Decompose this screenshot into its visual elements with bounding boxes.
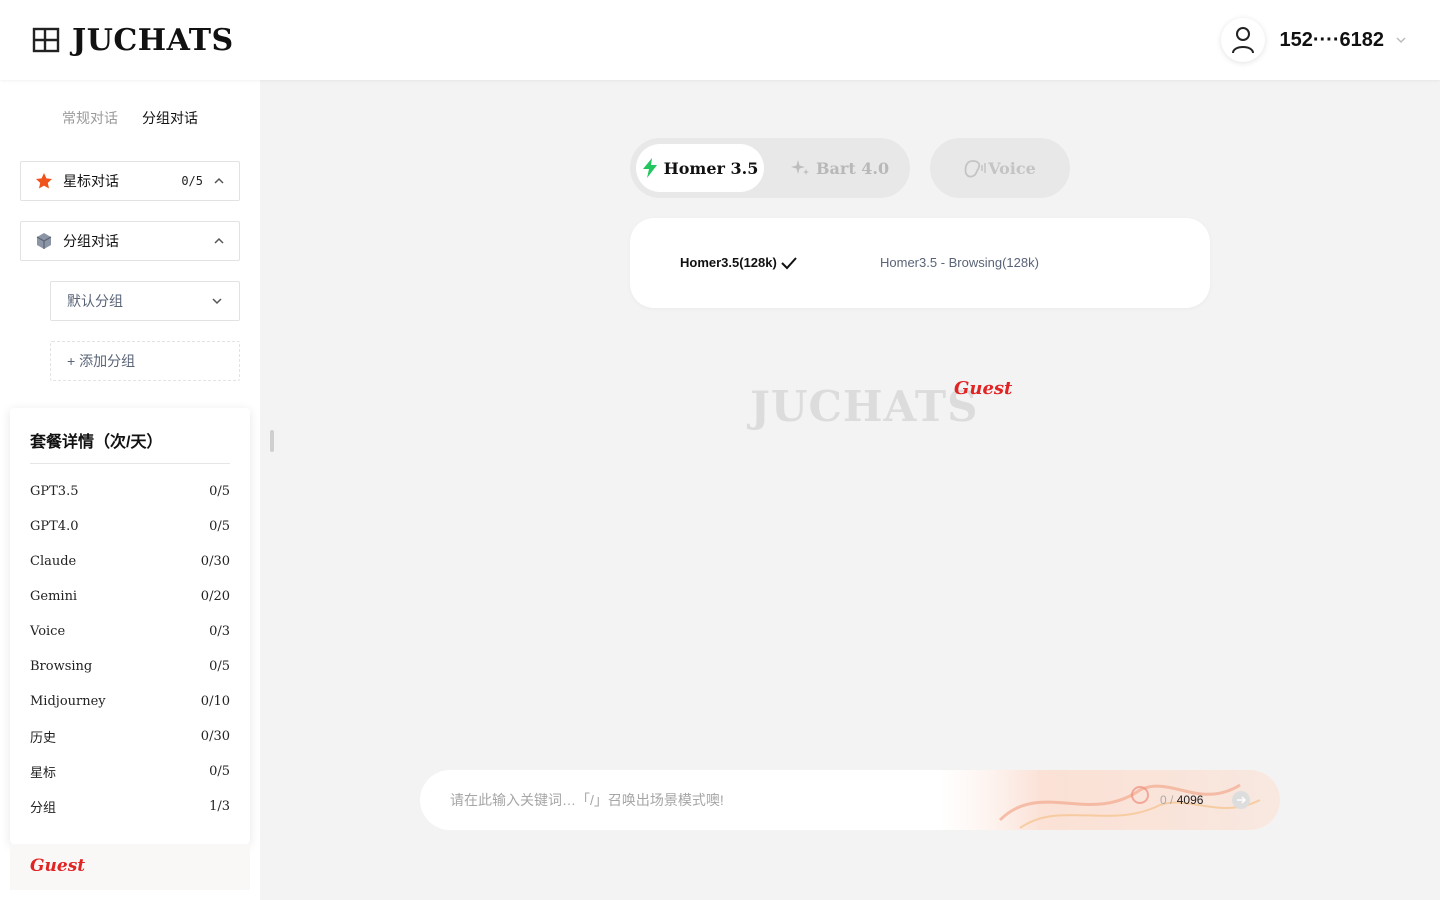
char-counter: 0 / 4096 [1160, 793, 1203, 807]
plan-row-name: 分组 [30, 801, 57, 816]
user-icon [1232, 27, 1255, 54]
plan-row-name: Gemini [30, 589, 78, 604]
brand-logo[interactable]: JUCHATS [32, 22, 234, 58]
plan-row-value: 0/5 [209, 659, 230, 674]
plan-row-value: 0/5 [209, 484, 230, 499]
voice-mode-button[interactable]: Voice [930, 138, 1070, 198]
guest-badge: Guest [30, 856, 86, 876]
plan-row: 分组 1/3 [30, 789, 230, 824]
watermark-brand: JUCHATS [750, 382, 979, 431]
check-icon [781, 256, 797, 269]
box-icon [36, 233, 52, 249]
top-header: JUCHATS 152····6182 [0, 0, 1440, 80]
watermark-guest-badge: Guest [954, 378, 1013, 399]
user-phone[interactable]: 152····6182 [1279, 29, 1384, 52]
group-conversations[interactable]: 分组对话 [20, 221, 240, 261]
plan-row-name: GPT4.0 [30, 519, 79, 534]
chat-input[interactable] [450, 770, 930, 830]
plan-row-name: Claude [30, 554, 77, 569]
plan-details-card: 套餐详情（次/天） GPT3.5 0/5 GPT4.0 0/5 Claude 0/30… [10, 408, 250, 844]
char-count: 0 [1160, 793, 1167, 807]
voice-icon [964, 160, 986, 178]
starred-label: 星标对话 [63, 173, 119, 189]
mode-bart-40[interactable]: Bart 4.0 [790, 144, 889, 192]
chevron-down-icon[interactable] [1394, 33, 1408, 47]
lightning-icon [642, 158, 657, 178]
mode-bart-label: Bart 4.0 [816, 158, 890, 178]
plan-row-name: 历史 [30, 731, 57, 746]
sidebar: 常规对话 分组对话 星标对话 0/5 分组对话 默认分组 + 添加分组 套餐详情… [0, 80, 260, 900]
chevron-up-icon[interactable] [213, 175, 225, 187]
plan-row-value: 0/5 [209, 519, 230, 534]
model-mode-switch: Homer 3.5 Bart 4.0 [630, 138, 910, 198]
model-selector: Homer3.5(128k) Homer3.5 - Browsing(128k) [630, 218, 1210, 308]
tab-grouped[interactable]: 分组对话 [142, 108, 198, 128]
sparkles-icon [791, 160, 809, 175]
plan-rows: GPT3.5 0/5 GPT4.0 0/5 Claude 0/30 Gemini 0/2… [30, 464, 230, 824]
plan-row: Claude 0/30 [30, 544, 230, 579]
starred-count: 0/5 [181, 174, 203, 188]
plan-row-name: GPT3.5 [30, 484, 79, 499]
plan-row-value: 0/30 [200, 729, 230, 744]
plan-row-name: 星标 [30, 766, 57, 781]
plan-row: 星标 0/5 [30, 754, 230, 789]
voice-label: Voice [988, 158, 1036, 178]
layout-icon [32, 27, 60, 53]
plan-row-name: Browsing [30, 659, 93, 674]
model-option-homer35-128k[interactable]: Homer3.5(128k) [680, 255, 797, 270]
plan-row-value: 0/30 [200, 554, 230, 569]
send-button[interactable] [1232, 791, 1250, 809]
user-menu[interactable]: 152····6182 [1221, 18, 1408, 62]
char-separator: / [1170, 793, 1174, 807]
plan-title: 套餐详情（次/天） [30, 408, 230, 464]
conversation-tabs: 常规对话 分组对话 [0, 108, 260, 128]
model-option-label: Homer3.5(128k) [680, 255, 777, 270]
tab-regular[interactable]: 常规对话 [62, 108, 118, 128]
plan-row: 历史 0/30 [30, 719, 230, 754]
mode-homer-35[interactable]: Homer 3.5 [636, 144, 764, 192]
groups-label: 分组对话 [63, 233, 119, 249]
plan-row-name: Voice [30, 624, 66, 639]
plan-row-value: 0/20 [200, 589, 230, 604]
starred-conversations[interactable]: 星标对话 0/5 [20, 161, 240, 201]
plan-row: Voice 0/3 [30, 614, 230, 649]
plan-row: GPT3.5 0/5 [30, 474, 230, 509]
plan-row: Gemini 0/20 [30, 579, 230, 614]
send-icon [1237, 796, 1246, 804]
model-option-label: Homer3.5 - Browsing(128k) [880, 255, 1039, 270]
default-group-label: 默认分组 [67, 293, 123, 309]
decorative-art [940, 770, 1280, 830]
default-group[interactable]: 默认分组 [50, 281, 240, 321]
plan-row-value: 1/3 [209, 799, 230, 814]
sidebar-footer: Guest [10, 844, 250, 890]
brand-name: JUCHATS [72, 22, 234, 58]
plan-row-value: 0/3 [209, 624, 230, 639]
avatar[interactable] [1221, 18, 1266, 62]
char-max: 4096 [1176, 793, 1204, 807]
plan-row-value: 0/5 [209, 764, 230, 779]
add-group-label: + 添加分组 [67, 353, 136, 369]
center-watermark: JUCHATS Guest [750, 378, 1013, 438]
chevron-down-icon[interactable] [211, 295, 223, 307]
mode-homer-label: Homer 3.5 [663, 158, 759, 178]
plan-row: GPT4.0 0/5 [30, 509, 230, 544]
sidebar-resize-handle[interactable] [270, 430, 274, 452]
plan-row-name: Midjourney [30, 694, 106, 709]
chat-input-bar: 0 / 4096 [420, 770, 1280, 830]
plan-row: Midjourney 0/10 [30, 684, 230, 719]
chevron-up-icon[interactable] [213, 235, 225, 247]
star-icon [36, 173, 52, 189]
add-group-button[interactable]: + 添加分组 [50, 341, 240, 381]
model-option-homer35-browsing[interactable]: Homer3.5 - Browsing(128k) [880, 255, 1039, 270]
plan-row: Browsing 0/5 [30, 649, 230, 684]
plan-row-value: 0/10 [200, 694, 230, 709]
